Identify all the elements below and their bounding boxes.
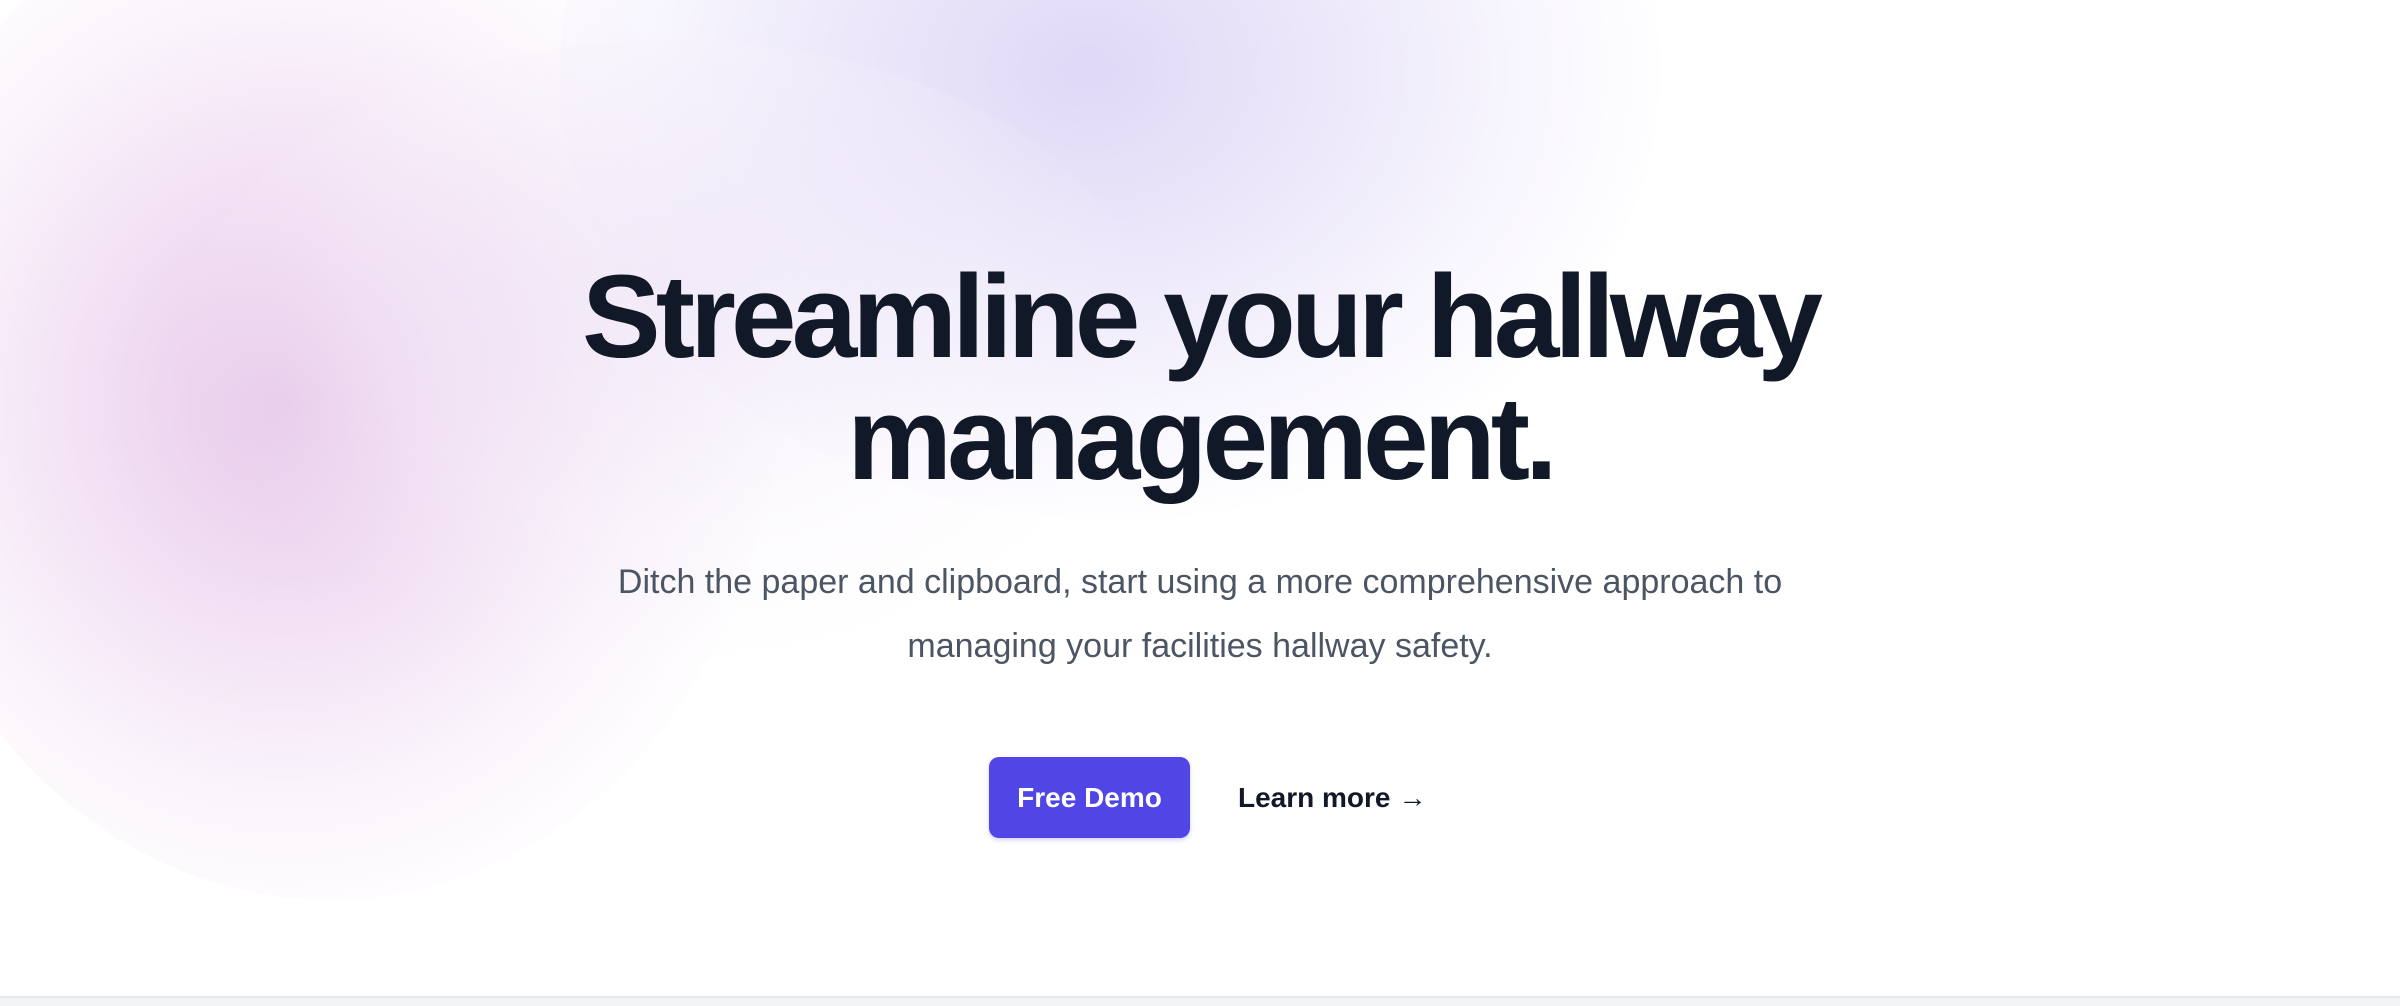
hero-section: Streamline your hallway management. Ditc…	[0, 0, 2400, 996]
hero-headline: Streamline your hallway management.	[582, 251, 1823, 505]
page-bottom-divider	[0, 996, 2400, 1006]
learn-more-label: Learn more	[1238, 782, 1391, 813]
hero-actions: Free Demo Learn more →	[0, 757, 2400, 838]
free-demo-button[interactable]: Free Demo	[989, 757, 1190, 838]
arrow-right-icon: →	[1398, 782, 1427, 813]
hero-subtitle: Ditch the paper and clipboard, start usi…	[617, 563, 1783, 665]
learn-more-link[interactable]: Learn more →	[1238, 757, 1427, 838]
